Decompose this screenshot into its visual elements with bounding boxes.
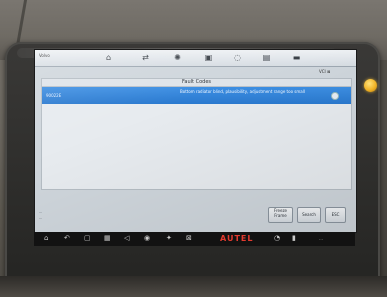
back-nav-icon[interactable]: ↶ [64, 234, 70, 242]
save-icon[interactable]: ▤ [261, 53, 272, 62]
battery-icon: ▮ [292, 234, 296, 242]
esc-button[interactable]: ESC [325, 207, 346, 223]
autel-logo: AUTEL [220, 234, 254, 243]
search-button[interactable]: Search [297, 207, 321, 223]
settings-icon[interactable]: ✺ [172, 53, 183, 62]
fault-description: Bottom radiator blind, plausibility, adj… [180, 89, 305, 94]
vehicle-label: Volvo [39, 53, 50, 58]
fault-code-row[interactable]: 90022E Bottom radiator blind, plausibili… [42, 87, 351, 104]
mirror-icon[interactable]: ✦ [166, 234, 172, 242]
footer-line-2: … [39, 216, 43, 220]
foreground-shadow [0, 276, 387, 297]
clock: … [319, 236, 323, 241]
footer-line-1: … [39, 210, 43, 214]
freeze-frame-button[interactable]: Freeze Frame [268, 207, 293, 223]
home-nav-icon[interactable]: ⌂ [44, 234, 48, 242]
data-logging-icon[interactable]: ▬ [291, 53, 302, 62]
fault-code: 90022E [46, 93, 62, 98]
print-icon[interactable]: ▣ [203, 53, 214, 62]
help-icon[interactable]: ◌ [232, 53, 243, 62]
recent-apps-icon[interactable]: ▢ [84, 234, 91, 242]
info-icon[interactable] [331, 92, 339, 100]
screenshot-icon[interactable]: ▦ [104, 234, 111, 242]
android-navigation-bar: ⌂ ↶ ▢ ▦ ◁ ◉ ✦ ⊠ AUTEL ◔ ▮ … [34, 232, 355, 246]
fault-codes-panel: Fault Codes 90022E Bottom radiator blind… [41, 78, 352, 190]
vehicle-swap-icon[interactable]: ⇄ [140, 53, 151, 62]
power-button[interactable] [364, 79, 377, 92]
tablet-screen: Volvo ⌂ ⇄ ✺ ▣ ◌ ▤ ▬ VCI ⊠ Fault Codes 90… [34, 49, 357, 233]
app-toolbar: Volvo ⌂ ⇄ ✺ ▣ ◌ ▤ ▬ [35, 50, 356, 67]
home-icon[interactable]: ⌂ [103, 53, 114, 62]
panel-crease [15, 0, 88, 46]
vci-nav-icon[interactable]: ⊠ [186, 234, 192, 242]
panel-title: Fault Codes [42, 79, 351, 87]
volume-down-icon[interactable]: ◁ [124, 234, 129, 242]
camera-icon[interactable]: ◉ [144, 234, 150, 242]
photo-scene: Volvo ⌂ ⇄ ✺ ▣ ◌ ▤ ▬ VCI ⊠ Fault Codes 90… [0, 0, 387, 297]
wifi-icon: ◔ [274, 234, 281, 242]
vci-status: VCI ⊠ [319, 69, 331, 74]
